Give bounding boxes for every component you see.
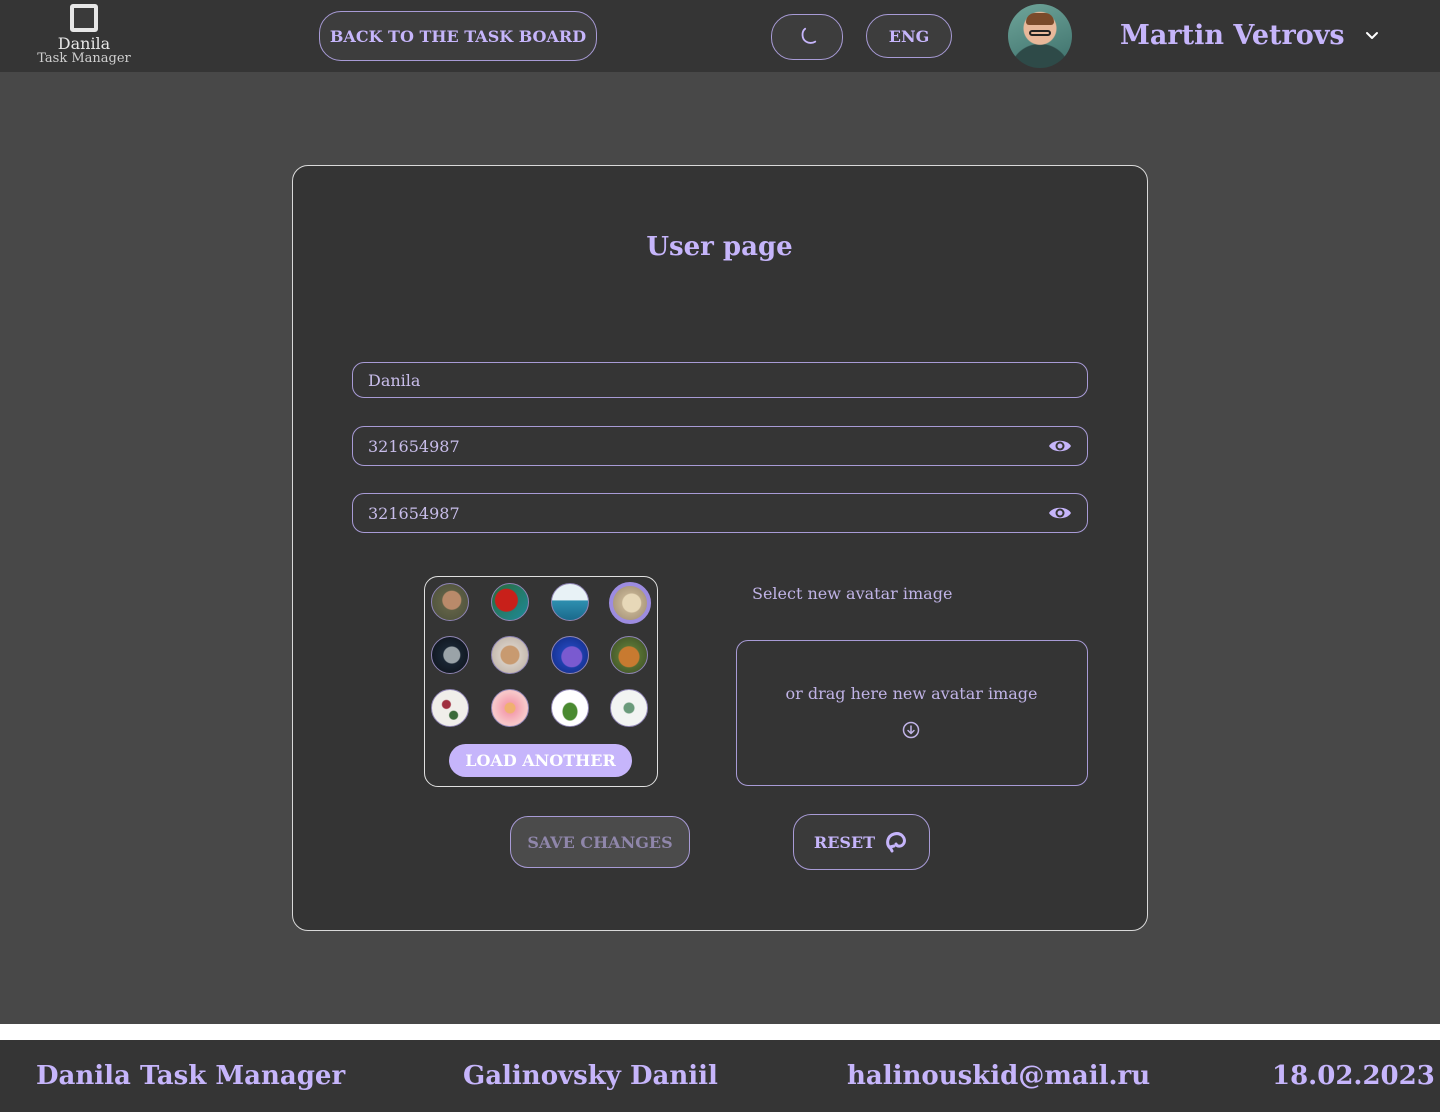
avatar-option-cat[interactable] xyxy=(491,636,529,674)
app-logo[interactable]: Danila Task Manager xyxy=(30,2,138,70)
avatar-option-leaves[interactable] xyxy=(551,689,589,727)
footer-email[interactable]: halinouskid@mail.ru xyxy=(847,1059,1150,1093)
footer-app-name: Danila Task Manager xyxy=(36,1061,346,1091)
user-avatar[interactable] xyxy=(1008,4,1072,68)
password-field[interactable] xyxy=(352,426,1088,466)
avatar-option-rabbit[interactable] xyxy=(431,583,469,621)
top-bar: Danila Task Manager BACK TO THE TASK BOA… xyxy=(0,0,1440,72)
footer-date: 18.02.2023 xyxy=(1272,1061,1435,1091)
user-page-card: User page Danila 321654987 321654987 LOA… xyxy=(292,165,1148,931)
footer-author: Galinovsky Daniil xyxy=(463,1061,718,1091)
avatar-gallery: LOAD ANOTHER xyxy=(424,576,658,787)
footer: Danila Task Manager Galinovsky Daniil ha… xyxy=(0,1040,1440,1112)
page-title: User page xyxy=(646,232,793,262)
theme-toggle-button[interactable] xyxy=(771,14,843,60)
logo-icon xyxy=(70,4,98,32)
chevron-down-icon[interactable] xyxy=(1362,26,1382,46)
back-to-board-button[interactable]: BACK TO THE TASK BOARD xyxy=(319,11,597,61)
eye-icon[interactable] xyxy=(1047,500,1073,526)
load-another-button[interactable]: LOAD ANOTHER xyxy=(449,744,632,777)
logo-subtitle: Task Manager xyxy=(37,51,131,66)
avatar-option-flower-branch[interactable] xyxy=(431,689,469,727)
reset-label: RESET xyxy=(813,832,876,852)
avatar-option-peony[interactable] xyxy=(491,689,529,727)
moon-icon xyxy=(801,27,817,44)
reset-icon xyxy=(886,832,907,853)
logo-title: Danila xyxy=(57,34,111,53)
reset-button[interactable]: RESET xyxy=(793,814,930,870)
password-confirm-input[interactable] xyxy=(353,494,1047,532)
dropzone-text: or drag here new avatar image xyxy=(785,684,1038,703)
avatar-option-tiger[interactable] xyxy=(610,636,648,674)
download-icon xyxy=(902,721,920,739)
select-avatar-label: Select new avatar image xyxy=(752,584,953,603)
name-field[interactable] xyxy=(352,362,1088,398)
avatar-option-fish[interactable] xyxy=(551,636,589,674)
save-changes-button[interactable]: SAVE CHANGES xyxy=(510,816,690,868)
user-name[interactable]: Martin Vetrovs xyxy=(1120,18,1345,54)
password-input[interactable] xyxy=(353,427,1047,465)
avatar-dropzone[interactable]: or drag here new avatar image xyxy=(736,640,1088,786)
avatar-option-twig[interactable] xyxy=(610,689,648,727)
language-button[interactable]: ENG xyxy=(866,14,952,58)
name-input[interactable] xyxy=(353,363,1087,397)
password-confirm-field[interactable] xyxy=(352,493,1088,533)
avatar-option-wolf[interactable] xyxy=(431,636,469,674)
avatar-option-parrot[interactable] xyxy=(491,583,529,621)
avatar-option-whale[interactable] xyxy=(551,583,589,621)
main-area: User page Danila 321654987 321654987 LOA… xyxy=(0,72,1440,1024)
avatar-option-lion[interactable] xyxy=(609,582,651,624)
eye-icon[interactable] xyxy=(1047,433,1073,459)
